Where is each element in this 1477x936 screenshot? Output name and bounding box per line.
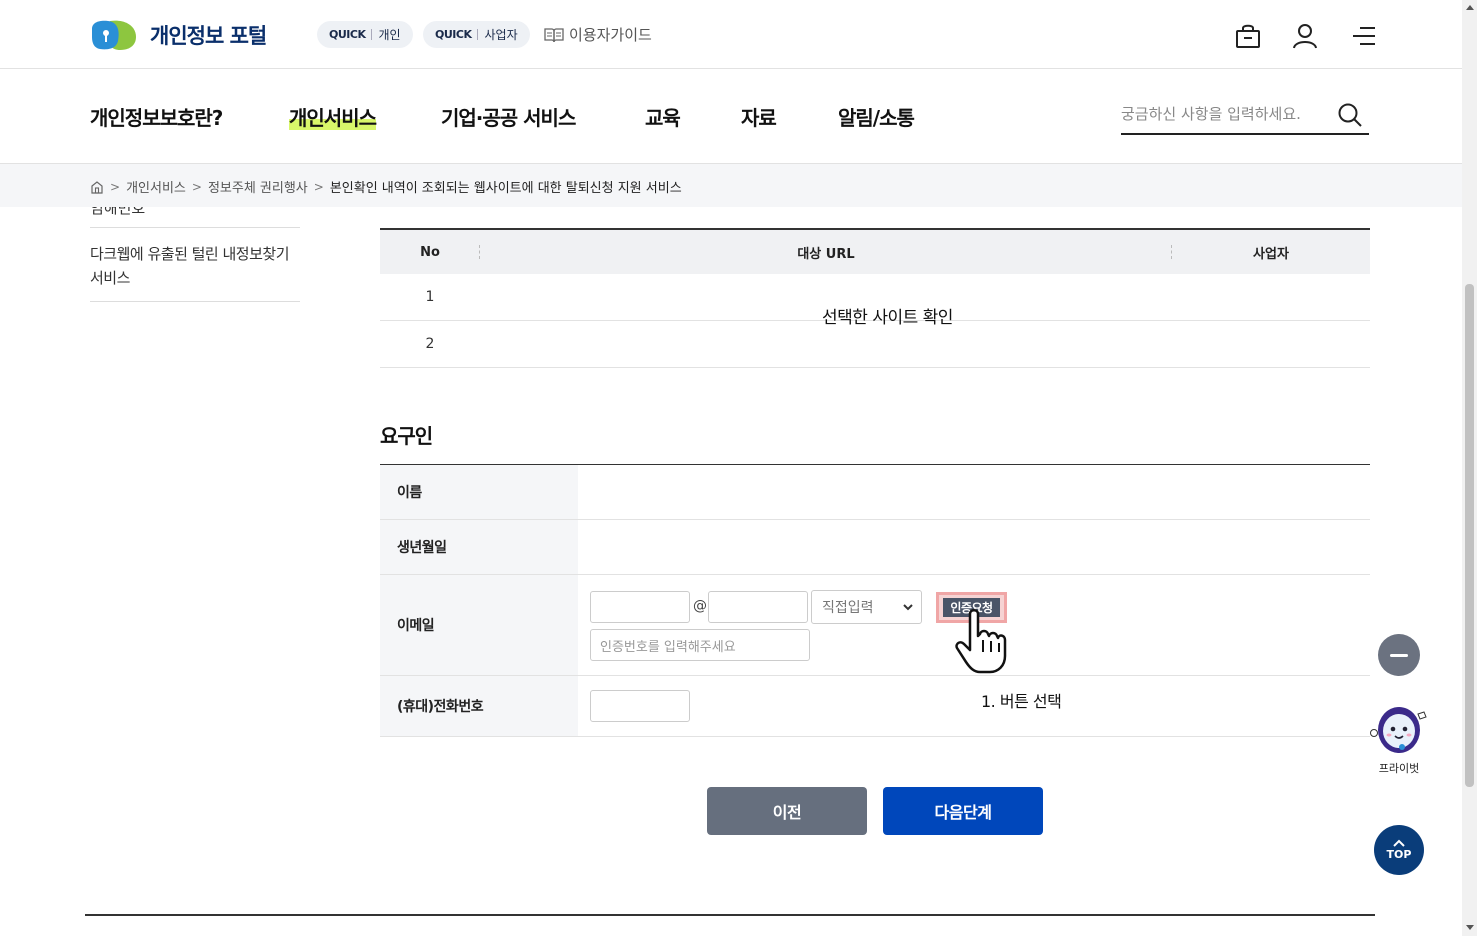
select-value: 직접입력 [822, 600, 874, 616]
quick-business-button[interactable]: QUICK 사업자 [423, 21, 530, 48]
chatbot-icon[interactable] [1368, 700, 1430, 760]
email-id-input[interactable] [590, 591, 690, 623]
collapse-button[interactable] [1378, 634, 1420, 676]
user-guide-link[interactable]: 이용자가이드 [544, 24, 652, 45]
sidebar-item-label: 임해번호 [90, 207, 146, 217]
form-row-phone: (휴대)전화번호 [380, 676, 1370, 737]
name-value [578, 465, 1370, 519]
user-icon[interactable] [1291, 22, 1319, 50]
section-title: 요구인 [380, 424, 433, 448]
divider [371, 29, 373, 40]
main-nav: 개인정보보호란? 개인서비스 기업·공공 서비스 교육 자료 알림/소통 [0, 69, 1462, 164]
row-no: 1 [425, 289, 435, 305]
minus-icon [1390, 653, 1408, 657]
chevron-down-icon [903, 604, 913, 611]
prev-button[interactable]: 이전 [707, 787, 867, 835]
nav-label: 교육 [645, 106, 681, 130]
breadcrumb: > 개인서비스 > 정보주체 권리행사 > 본인확인 내역이 조회되는 웹사이트… [0, 164, 1462, 207]
phone-value [578, 676, 1370, 736]
nav-label: 기업·공공 서비스 [441, 106, 576, 130]
lock-bag-icon[interactable] [1234, 22, 1262, 50]
birth-label: 생년월일 [380, 520, 578, 574]
hand-pointer-icon [955, 609, 1007, 674]
phone-label: (휴대)전화번호 [380, 676, 578, 736]
nav-item-business-service[interactable]: 기업·공공 서비스 [441, 102, 576, 131]
page-scrollbar[interactable] [1462, 0, 1477, 936]
quick-tag: QUICK [435, 28, 472, 41]
next-step-button[interactable]: 다음단계 [883, 787, 1043, 835]
home-icon[interactable] [90, 180, 104, 194]
form-row-birth: 생년월일 [380, 520, 1370, 575]
menu-icon[interactable] [1350, 22, 1378, 50]
email-label: 이메일 [380, 575, 578, 675]
row-company [1172, 321, 1370, 367]
nav-item-resources[interactable]: 자료 [741, 102, 777, 131]
nav-item-about[interactable]: 개인정보보호란? [90, 102, 223, 131]
birth-value [578, 520, 1370, 574]
phone-input[interactable] [590, 690, 690, 722]
sidebar-item-darkweb[interactable]: 다크웹에 유출된 털린 내정보찾기 서비스 [90, 228, 300, 302]
header-label: 사업자 [1253, 246, 1289, 262]
table-header: No 대상 URL 사업자 [380, 230, 1370, 274]
quick-label: 사업자 [484, 28, 518, 42]
header-label: No [420, 244, 440, 260]
chevron-right-icon: > [191, 179, 202, 194]
quick-label: 개인 [378, 28, 401, 42]
row-no: 2 [425, 336, 435, 352]
logo-icon [92, 20, 136, 50]
header-label: 대상 URL [797, 246, 855, 262]
search-input[interactable] [1121, 99, 1331, 129]
col-header-company: 사업자 [1172, 230, 1370, 274]
divider [85, 914, 1375, 916]
scroll-down-icon[interactable] [1466, 925, 1474, 930]
nav-label: 개인서비스 [289, 106, 377, 130]
cert-code-input[interactable]: 인증번호를 입력해주세요 [590, 629, 810, 661]
quick-personal-button[interactable]: QUICK 개인 [317, 21, 413, 48]
search-box [1121, 99, 1369, 135]
top-header: 개인정보 포털 QUICK 개인 QUICK 사업자 이용자가이드 [0, 0, 1462, 69]
cert-code-placeholder: 인증번호를 입력해주세요 [600, 639, 736, 655]
nav-label: 알림/소통 [838, 106, 915, 130]
user-guide-label: 이용자가이드 [569, 26, 652, 44]
nav-item-notice[interactable]: 알림/소통 [838, 102, 915, 131]
chevron-right-icon: > [110, 179, 121, 194]
form-row-name: 이름 [380, 465, 1370, 520]
scrollbar-thumb[interactable] [1465, 284, 1474, 787]
sidebar-item-label: 다크웹에 유출된 털린 내정보찾기 서비스 [90, 245, 290, 287]
book-icon [544, 27, 564, 42]
col-header-url: 대상 URL [480, 230, 1172, 274]
search-icon[interactable] [1337, 102, 1363, 128]
scroll-top-label: TOP [1386, 848, 1412, 861]
scroll-up-icon[interactable] [1466, 5, 1474, 10]
row-company [1172, 274, 1370, 320]
email-at-sign: @ [693, 598, 707, 614]
step-annotation: 1. 버튼 선택 [981, 692, 1062, 711]
selected-site-table: No 대상 URL 사업자 1 2 [380, 228, 1370, 368]
nav-label: 자료 [741, 106, 777, 130]
quick-tag: QUICK [329, 28, 366, 41]
chevron-up-icon [1393, 839, 1405, 847]
table-row: 2 [380, 321, 1370, 368]
name-label: 이름 [380, 465, 578, 519]
selected-site-annotation: 선택한 사이트 확인 [822, 308, 953, 328]
chevron-right-icon: > [313, 179, 324, 194]
col-header-no: No [380, 230, 480, 274]
scroll-top-button[interactable]: TOP [1374, 825, 1424, 875]
divider [477, 29, 479, 40]
nav-item-personal-service[interactable]: 개인서비스 [289, 102, 377, 131]
breadcrumb-current: 본인확인 내역이 조회되는 웹사이트에 대한 탈퇴신청 지원 서비스 [329, 181, 682, 196]
breadcrumb-item[interactable]: 정보주체 권리행사 [208, 177, 308, 196]
logo-text: 개인정보 포털 [150, 24, 267, 48]
email-domain-select[interactable]: 직접입력 [811, 590, 922, 624]
nav-label: 개인정보보호란? [90, 106, 223, 130]
breadcrumb-item[interactable]: 개인서비스 [126, 177, 186, 196]
site-logo[interactable]: 개인정보 포털 [90, 19, 267, 51]
nav-item-education[interactable]: 교육 [645, 102, 681, 131]
chatbot-label: 프라이벗 [1378, 762, 1420, 775]
sidebar-item-partial[interactable]: 임해번호 [90, 207, 300, 228]
email-domain-input[interactable] [708, 591, 808, 623]
